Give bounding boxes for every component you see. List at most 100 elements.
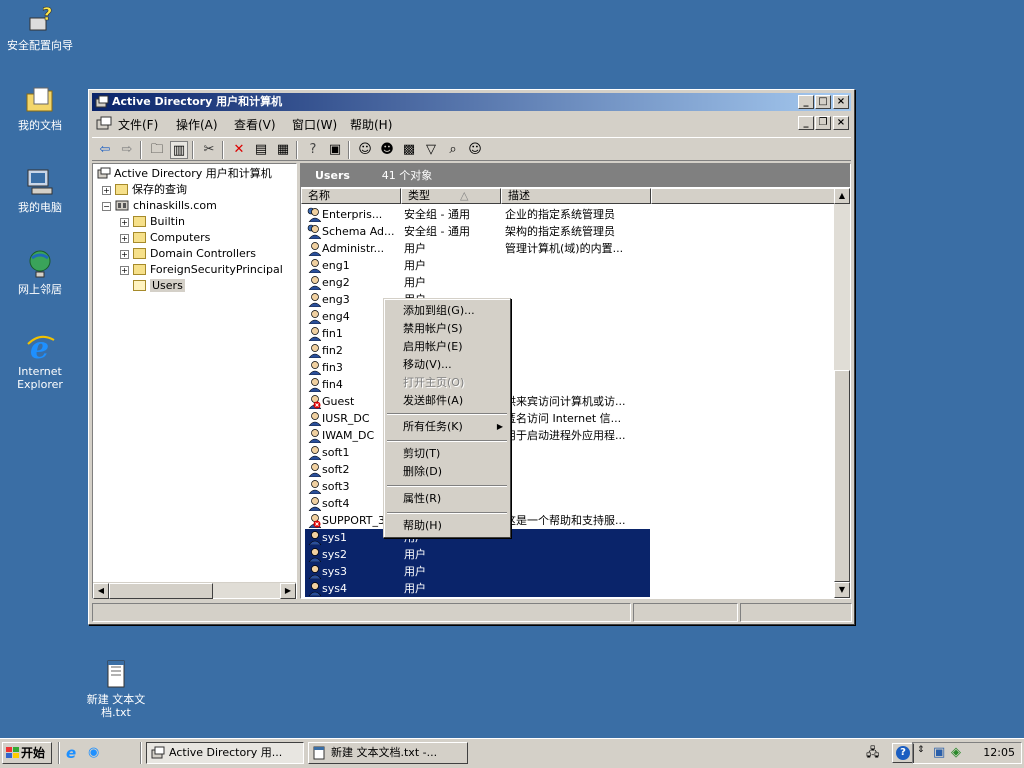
tree-item-builtin[interactable]: Builtin <box>133 214 185 230</box>
menu-help[interactable]: 帮助(H) <box>350 116 392 133</box>
column-header-name[interactable]: 名称 <box>301 188 401 204</box>
taskbar-item-notepad[interactable]: 新建 文本文档.txt -... <box>308 742 468 764</box>
cell-description: 企业的指定系统管理员 <box>505 208 615 221</box>
table-row[interactable]: Administr... 用户 管理计算机(域)的内置... <box>305 240 650 257</box>
scroll-right-button[interactable]: ▶ <box>280 583 296 599</box>
filter-icon[interactable]: ▽ <box>422 141 440 159</box>
add-to-group-icon[interactable]: ☺ <box>466 141 484 159</box>
taskbar-item-ad-users[interactable]: Active Directory 用... <box>146 742 304 764</box>
forward-arrow-icon[interactable]: ⇨ <box>118 141 136 159</box>
scroll-up-button[interactable]: ▲ <box>834 188 850 204</box>
new-ou-icon[interactable]: ▩ <box>400 141 418 159</box>
child-minimize-button[interactable]: _ <box>798 116 814 130</box>
child-restore-button[interactable]: ❐ <box>815 116 831 130</box>
expand-toggle[interactable]: + <box>120 234 129 243</box>
properties-icon[interactable]: ▤ <box>252 141 270 159</box>
menu-item-disable-account[interactable]: 禁用帐户(S) <box>403 320 463 338</box>
folder-documents-icon <box>26 87 53 112</box>
scroll-thumb[interactable] <box>834 370 850 582</box>
maximize-button[interactable]: □ <box>815 95 831 109</box>
desktop-icon-security-wizard[interactable]: ? 安全配置向导 <box>0 4 80 52</box>
folder-icon <box>133 216 146 227</box>
menu-item-add-to-group[interactable]: 添加到组(G)... <box>403 302 475 320</box>
column-header-type[interactable]: 类型 △ <box>401 188 501 204</box>
menu-item-all-tasks[interactable]: 所有任务(K) <box>403 418 463 436</box>
menu-item-open-home-page: 打开主页(O) <box>403 376 465 389</box>
quicklaunch-explorer-icon[interactable]: ◉ <box>88 745 104 761</box>
menu-window[interactable]: 窗口(W) <box>292 116 337 133</box>
menu-item-cut[interactable]: 剪切(T) <box>403 445 440 463</box>
user-icon <box>307 292 322 308</box>
console-tree-icon[interactable]: ▣ <box>326 141 344 159</box>
expand-toggle[interactable]: + <box>102 186 111 195</box>
tree-item-domain-controllers[interactable]: Domain Controllers <box>133 246 256 262</box>
tree-item-saved-queries[interactable]: 保存的查询 <box>115 182 187 198</box>
up-folder-icon[interactable]: 🗀 <box>148 141 166 159</box>
tree-horizontal-scrollbar[interactable]: ◀ ▶ <box>93 582 296 599</box>
scroll-thumb[interactable] <box>109 583 213 599</box>
desktop-icon-my-computer[interactable]: 我的电脑 <box>0 166 80 214</box>
menu-item-properties[interactable]: 属性(R) <box>403 490 441 508</box>
quicklaunch-ie-icon[interactable]: e <box>66 745 82 761</box>
menu-item-enable-account[interactable]: 启用帐户(E) <box>403 338 463 356</box>
cut-icon[interactable]: ✂ <box>200 141 218 159</box>
menu-item-send-mail[interactable]: 发送邮件(A) <box>403 392 463 410</box>
folder-icon <box>133 264 146 275</box>
tree-item-computers[interactable]: Computers <box>133 230 210 246</box>
menu-item-help[interactable]: 帮助(H) <box>403 517 442 535</box>
scroll-left-button[interactable]: ◀ <box>93 583 109 599</box>
menu-file[interactable]: 文件(F) <box>118 116 158 133</box>
table-row[interactable]: Schema Ad... 安全组 - 通用 架构的指定系统管理员 <box>305 223 650 240</box>
find-icon[interactable]: ⌕ <box>444 141 462 159</box>
table-row[interactable]: eng2 用户 <box>305 274 650 291</box>
child-close-button[interactable]: × <box>833 116 849 130</box>
tray-expand-icon[interactable]: ⇕ <box>917 745 925 755</box>
new-group-icon[interactable]: ☻ <box>378 141 396 159</box>
tray-network-icon[interactable]: 🖧 <box>866 744 884 760</box>
expand-toggle[interactable]: + <box>120 266 129 275</box>
table-row[interactable]: Enterpris... 安全组 - 通用 企业的指定系统管理员 <box>305 206 650 223</box>
table-row[interactable]: sys4 用户 <box>305 580 650 597</box>
ou-folder-icon <box>133 248 146 259</box>
table-row[interactable]: sys3 用户 <box>305 563 650 580</box>
scroll-down-button[interactable]: ▼ <box>834 582 850 598</box>
tree-item-users[interactable]: Users <box>133 278 185 294</box>
help-icon[interactable]: ? <box>304 141 322 159</box>
show-tree-icon[interactable]: ▥ <box>170 141 188 159</box>
collapse-toggle[interactable]: − <box>102 202 111 211</box>
export-list-icon[interactable]: ▦ <box>274 141 292 159</box>
table-row[interactable]: sys2 用户 <box>305 546 650 563</box>
delete-icon[interactable]: ✕ <box>230 141 248 159</box>
column-header-description[interactable]: 描述 <box>501 188 651 204</box>
tray-monitor-icon[interactable]: ▣ <box>933 745 945 760</box>
menu-view[interactable]: 查看(V) <box>234 116 276 133</box>
tree-root[interactable]: Active Directory 用户和计算机 <box>97 166 272 182</box>
help-tray-button[interactable]: ? <box>892 743 914 763</box>
cell-name: sys2 <box>322 548 347 561</box>
menu-separator <box>387 413 507 415</box>
menu-item-move[interactable]: 移动(V)... <box>403 356 452 374</box>
start-button[interactable]: 开始 <box>2 742 52 764</box>
console-icon <box>96 116 112 130</box>
tree-item-foreign-security-principals[interactable]: ForeignSecurityPrincipal <box>133 262 283 278</box>
back-arrow-icon[interactable]: ⇦ <box>96 141 114 159</box>
new-user-icon[interactable]: ☺ <box>356 141 374 159</box>
tray-security-icon[interactable]: ◈ <box>951 745 961 760</box>
minimize-button[interactable]: _ <box>798 95 814 109</box>
expand-toggle[interactable]: + <box>120 250 129 259</box>
menu-action[interactable]: 操作(A) <box>176 116 218 133</box>
desktop-icon-internet-explorer[interactable]: e Internet Explorer <box>0 330 80 391</box>
table-row[interactable]: eng1 用户 <box>305 257 650 274</box>
desktop-icon-network-places[interactable]: 网上邻居 <box>0 248 80 296</box>
desktop-icon-my-documents[interactable]: 我的文档 <box>0 84 80 132</box>
menu-item-delete[interactable]: 删除(D) <box>403 463 442 481</box>
list-vertical-scrollbar[interactable]: ▲ ▼ <box>834 188 850 598</box>
title-bar[interactable]: Active Directory 用户和计算机 _ □ × <box>92 93 851 111</box>
tree-item-domain[interactable]: chinaskills.com <box>115 198 217 214</box>
expand-toggle[interactable]: + <box>120 218 129 227</box>
user-icon <box>307 530 322 546</box>
desktop-icon-text-document[interactable]: 新建 文本文档.txt <box>76 658 156 719</box>
user-icon <box>307 462 322 478</box>
folder-icon <box>115 184 128 195</box>
close-button[interactable]: × <box>833 95 849 109</box>
